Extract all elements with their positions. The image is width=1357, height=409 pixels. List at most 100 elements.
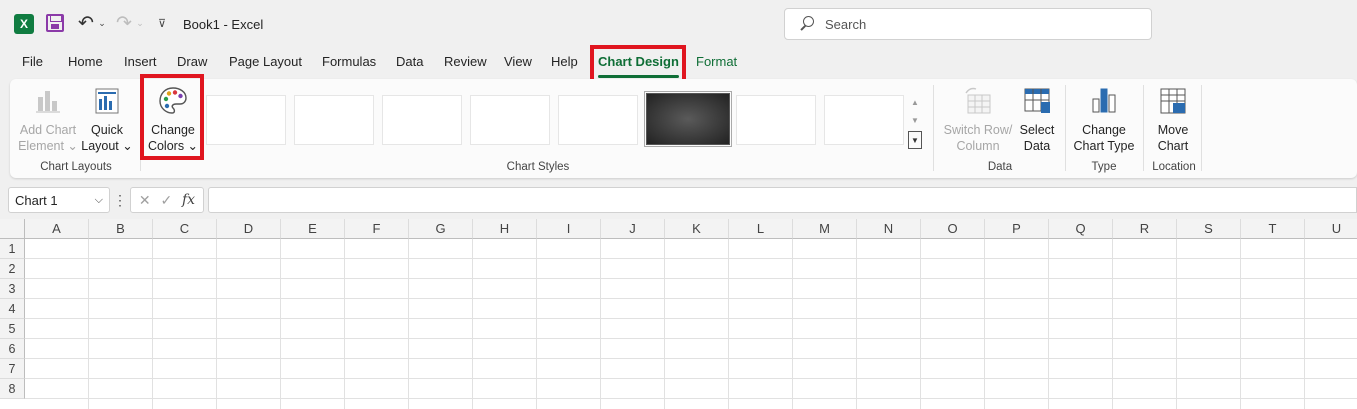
row-header[interactable]: 8 bbox=[0, 379, 25, 399]
search-icon bbox=[799, 16, 815, 32]
group-separator bbox=[1143, 85, 1144, 171]
chart-styles-gallery bbox=[206, 91, 931, 151]
tab-data[interactable]: Data bbox=[396, 54, 423, 74]
change-colors-label1: Change bbox=[151, 123, 195, 137]
redo-icon[interactable]: ↷ bbox=[114, 12, 134, 34]
column-header[interactable]: P bbox=[985, 219, 1049, 239]
ribbon-tabs: File Home Insert Draw Page Layout Formul… bbox=[0, 48, 1357, 78]
column-header[interactable]: U bbox=[1305, 219, 1357, 239]
insert-function-icon[interactable]: fx bbox=[182, 192, 195, 208]
column-header[interactable]: T bbox=[1241, 219, 1305, 239]
gallery-down-arrow-icon[interactable]: ▼ bbox=[908, 111, 922, 129]
data-group-label: Data bbox=[987, 161, 1013, 173]
add-chart-element-button[interactable]: Add Chart Element ⌄ bbox=[18, 85, 78, 154]
change-chart-type-icon bbox=[1092, 88, 1116, 113]
quick-layout-icon bbox=[95, 88, 119, 114]
chart-style-7[interactable] bbox=[736, 95, 816, 145]
gallery-more-icon[interactable]: ▼ bbox=[908, 131, 922, 149]
column-header[interactable]: E bbox=[281, 219, 345, 239]
cancel-icon[interactable]: ✕ bbox=[139, 192, 151, 209]
undo-icon[interactable]: ↶ bbox=[76, 12, 96, 34]
cell-area[interactable] bbox=[25, 239, 1357, 409]
enter-icon[interactable]: ✓ bbox=[160, 192, 172, 209]
row-header[interactable]: 4 bbox=[0, 299, 25, 319]
chart-style-4[interactable] bbox=[470, 95, 550, 145]
column-header[interactable]: I bbox=[537, 219, 601, 239]
quick-layout-button[interactable]: Quick Layout ⌄ bbox=[80, 85, 134, 154]
column-header[interactable]: K bbox=[665, 219, 729, 239]
tab-view[interactable]: View bbox=[504, 54, 532, 74]
column-header[interactable]: Q bbox=[1049, 219, 1113, 239]
move-chart-button[interactable]: Move Chart bbox=[1148, 85, 1198, 154]
tab-insert[interactable]: Insert bbox=[124, 54, 157, 74]
chart-style-1[interactable] bbox=[206, 95, 286, 145]
column-header[interactable]: F bbox=[345, 219, 409, 239]
chart-style-3[interactable] bbox=[382, 95, 462, 145]
column-header[interactable]: A bbox=[25, 219, 89, 239]
column-header[interactable]: M bbox=[793, 219, 857, 239]
excel-logo-letter: X bbox=[19, 17, 28, 31]
column-header[interactable]: S bbox=[1177, 219, 1241, 239]
row-header[interactable]: 7 bbox=[0, 359, 25, 379]
select-data-label1: Select bbox=[1019, 123, 1055, 137]
name-box-chevron-down-icon[interactable]: ⌵ bbox=[95, 194, 103, 207]
column-header[interactable]: D bbox=[217, 219, 281, 239]
document-title: Book1 - Excel bbox=[183, 16, 264, 32]
chart-style-6-selected[interactable] bbox=[644, 91, 732, 147]
column-header[interactable]: H bbox=[473, 219, 537, 239]
select-all-corner[interactable] bbox=[0, 219, 25, 239]
column-header[interactable]: R bbox=[1113, 219, 1177, 239]
row-header[interactable]: 5 bbox=[0, 319, 25, 339]
switch-row-column-button[interactable]: Switch Row/ Column bbox=[940, 85, 1016, 154]
switch-row-column-icon bbox=[965, 87, 991, 114]
formula-bar: Chart 1 ⌵ ⋮ ✕ ✓ fx bbox=[0, 184, 1357, 216]
select-data-label2: Data bbox=[1023, 139, 1051, 153]
more-options-icon[interactable]: ⋮ bbox=[113, 191, 127, 209]
select-data-button[interactable]: Select Data bbox=[1014, 85, 1060, 154]
customize-quick-access-icon[interactable]: ⊽ bbox=[155, 14, 169, 32]
chart-styles-scroll: ▲ ▼ ▼ bbox=[908, 91, 922, 151]
column-header[interactable]: O bbox=[921, 219, 985, 239]
chart-style-5[interactable] bbox=[558, 95, 638, 145]
tab-home[interactable]: Home bbox=[68, 54, 103, 74]
quick-layout-label1: Quick bbox=[91, 123, 123, 137]
tab-draw[interactable]: Draw bbox=[177, 54, 207, 74]
row-header[interactable]: 3 bbox=[0, 279, 25, 299]
chart-style-2[interactable] bbox=[294, 95, 374, 145]
search-input[interactable]: Search bbox=[784, 8, 1152, 40]
redo-dropdown-chevron-icon[interactable]: ⌄ bbox=[135, 16, 145, 30]
tab-page-layout[interactable]: Page Layout bbox=[229, 54, 302, 74]
select-data-icon bbox=[1024, 88, 1050, 113]
tab-file[interactable]: File bbox=[22, 54, 43, 74]
undo-dropdown-chevron-icon[interactable]: ⌄ bbox=[97, 16, 107, 30]
column-header[interactable]: C bbox=[153, 219, 217, 239]
tab-formulas[interactable]: Formulas bbox=[322, 54, 376, 74]
move-chart-label2: Chart bbox=[1157, 139, 1189, 153]
chart-style-8[interactable] bbox=[824, 95, 904, 145]
column-header[interactable]: G bbox=[409, 219, 473, 239]
column-header[interactable]: J bbox=[601, 219, 665, 239]
gallery-up-arrow-icon[interactable]: ▲ bbox=[908, 93, 922, 111]
save-icon[interactable] bbox=[46, 14, 64, 32]
row-header[interactable]: 2 bbox=[0, 259, 25, 279]
change-colors-button[interactable]: Change Colors ⌄ bbox=[144, 85, 202, 154]
tab-format[interactable]: Format bbox=[696, 54, 737, 74]
switch-row-column-label2: Column bbox=[956, 139, 1000, 153]
group-separator bbox=[933, 85, 934, 171]
tab-chart-design[interactable]: Chart Design bbox=[598, 54, 679, 78]
column-header[interactable]: B bbox=[89, 219, 153, 239]
tab-review[interactable]: Review bbox=[444, 54, 487, 74]
tab-help[interactable]: Help bbox=[551, 54, 578, 74]
column-header[interactable]: L bbox=[729, 219, 793, 239]
add-chart-element-label2: Element ⌄ bbox=[18, 139, 78, 153]
switch-row-column-label1: Switch Row/ bbox=[943, 123, 1013, 137]
name-box[interactable]: Chart 1 ⌵ bbox=[8, 187, 110, 213]
formula-input[interactable] bbox=[208, 187, 1357, 213]
formula-buttons: ✕ ✓ fx bbox=[130, 187, 204, 213]
change-chart-type-label2: Chart Type bbox=[1073, 139, 1135, 153]
add-chart-element-icon bbox=[36, 91, 60, 113]
column-header[interactable]: N bbox=[857, 219, 921, 239]
row-header[interactable]: 1 bbox=[0, 239, 25, 259]
row-header[interactable]: 6 bbox=[0, 339, 25, 359]
change-chart-type-button[interactable]: Change Chart Type bbox=[1070, 85, 1138, 154]
